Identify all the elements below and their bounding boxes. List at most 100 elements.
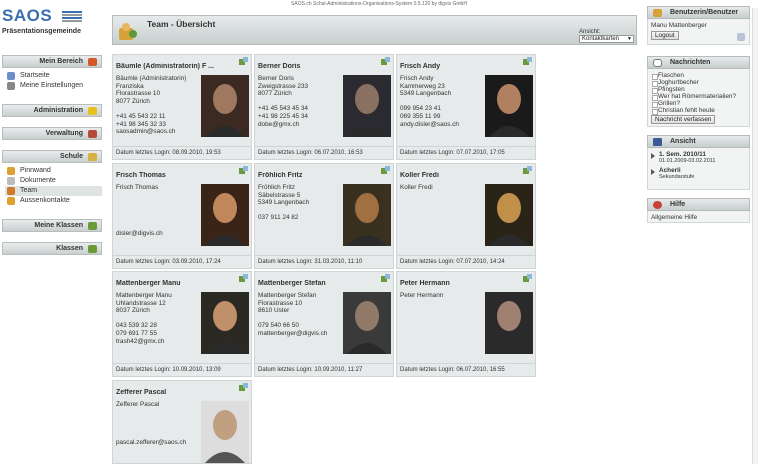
message-item[interactable]: Wer hat Römermaterialien? bbox=[651, 93, 746, 101]
contact-name[interactable]: Mattenberger Stefan bbox=[258, 280, 366, 287]
section-title: Schule bbox=[60, 153, 83, 160]
contact-card[interactable]: Zefferer Pascal Zefferer Pascal pascal.ze… bbox=[112, 380, 252, 464]
contact-name[interactable]: Koller Fredi bbox=[400, 172, 508, 179]
add-contact-icon[interactable] bbox=[523, 166, 532, 174]
card-divider bbox=[255, 255, 393, 256]
key-icon[interactable] bbox=[737, 33, 745, 41]
contact-name[interactable]: Frisch Thomas bbox=[116, 172, 224, 179]
contact-card[interactable]: Frisch Andy Frisch Andy Kammerweg 23 5349… bbox=[396, 54, 536, 160]
user-panel: Benutzerin/Benutzer Manu Mattenberger Lo… bbox=[647, 6, 750, 45]
add-contact-icon[interactable] bbox=[239, 383, 248, 391]
sidebar-item-aussenkontakte[interactable]: Aussenkontakte bbox=[5, 196, 102, 206]
add-contact-icon[interactable] bbox=[239, 166, 248, 174]
sidebar-section-meine-klassen[interactable]: Meine Klassen bbox=[2, 219, 102, 232]
general-help-link[interactable]: Allgemeine Hilfe bbox=[651, 214, 746, 221]
compose-message-button[interactable]: Nachricht verfassen bbox=[651, 115, 716, 124]
help-panel-header: Hilfe bbox=[647, 198, 750, 211]
portrait-image bbox=[205, 193, 245, 246]
sidebar-item-label: Startseite bbox=[20, 72, 50, 79]
sidebar-item-label: Aussenkontakte bbox=[20, 197, 70, 204]
portrait-image bbox=[205, 84, 245, 137]
last-login: Datum letztes Login: 07.07.2010, 17:05 bbox=[400, 150, 505, 156]
logo-text: SAOS bbox=[2, 6, 53, 25]
user-icon bbox=[653, 9, 662, 17]
vertical-scrollbar[interactable] bbox=[752, 8, 758, 464]
view-select[interactable]: Kontaktkarten ▼ bbox=[579, 35, 634, 43]
sidebar-section-mein-bereich[interactable]: Mein Bereich bbox=[2, 55, 102, 68]
contact-name[interactable]: Fröhlich Fritz bbox=[258, 172, 366, 179]
classes-icon bbox=[88, 245, 97, 253]
contact-name[interactable]: Zefferer Pascal bbox=[116, 389, 224, 396]
class-label: Acherli bbox=[659, 167, 681, 174]
card-divider bbox=[397, 255, 535, 256]
add-contact-icon[interactable] bbox=[381, 274, 390, 282]
last-login: Datum letztes Login: 31.03.2010, 11:10 bbox=[258, 259, 363, 265]
contact-photo bbox=[343, 184, 391, 246]
add-contact-icon[interactable] bbox=[381, 166, 390, 174]
expand-arrow-icon bbox=[651, 169, 655, 175]
card-divider bbox=[113, 255, 251, 256]
class-sub: Sekundarstufe bbox=[659, 174, 695, 180]
add-contact-icon[interactable] bbox=[239, 274, 248, 282]
sidebar-item-dokumente[interactable]: Dokumente bbox=[5, 176, 102, 186]
logo[interactable]: SAOS Präsentationsgemeinde bbox=[2, 6, 102, 46]
contact-name[interactable]: Mattenberger Manu bbox=[116, 280, 224, 287]
sidebar-section-verwaltung[interactable]: Verwaltung bbox=[2, 127, 102, 140]
contact-card[interactable]: Bäumle (Administratorin) F ... Bäumle (Ad… bbox=[112, 54, 252, 160]
sidebar-section-administration[interactable]: Administration bbox=[2, 104, 102, 117]
user-panel-title: Benutzerin/Benutzer bbox=[670, 9, 739, 16]
contact-card[interactable]: Peter Hermann Peter Hermann Datum letztes … bbox=[396, 271, 536, 377]
contact-details: Berner Doris Zweigstrasse 233 8077 Züric… bbox=[258, 75, 309, 128]
sidebar-section-klassen[interactable]: Klassen bbox=[2, 242, 102, 255]
add-contact-icon[interactable] bbox=[523, 274, 532, 282]
sidebar-item-meine-einstellungen[interactable]: Meine Einstellungen bbox=[5, 81, 102, 91]
logo-stripes bbox=[62, 11, 82, 23]
team-icon bbox=[7, 187, 15, 195]
team-icon bbox=[119, 23, 137, 40]
contact-card[interactable]: Koller Fredi Koller Fredi Datum letztes Lo… bbox=[396, 163, 536, 269]
contact-details: Frisch Andy Kammerweg 23 5349 Langenbach… bbox=[400, 75, 459, 128]
add-contact-icon[interactable] bbox=[239, 57, 248, 65]
home-icon bbox=[7, 72, 15, 80]
sidebar-section-schule[interactable]: Schule bbox=[2, 150, 102, 163]
message-item[interactable]: Grillen? bbox=[651, 100, 746, 108]
add-contact-icon[interactable] bbox=[523, 57, 532, 65]
card-divider bbox=[397, 363, 535, 364]
contact-card[interactable]: Mattenberger Manu Mattenberger Manu Uhlan… bbox=[112, 271, 252, 377]
contact-name[interactable]: Peter Hermann bbox=[400, 280, 508, 287]
expand-arrow-icon bbox=[651, 153, 655, 159]
add-contact-icon[interactable] bbox=[381, 57, 390, 65]
section-title: Administration bbox=[33, 107, 83, 114]
user-panel-header: Benutzerin/Benutzer bbox=[647, 6, 750, 19]
class-selector[interactable]: Acherli Sekundarstufe bbox=[651, 167, 746, 180]
contact-name[interactable]: Berner Doris bbox=[258, 63, 366, 70]
messages-panel: Nachrichten Flaschen Joghurtbecher Pfingst… bbox=[647, 56, 750, 127]
page-header: Team - Übersicht Ansicht: Kontaktkarten ▼ bbox=[112, 15, 637, 45]
last-login: Datum letztes Login: 03.09.2010, 17:24 bbox=[116, 259, 221, 265]
logout-button[interactable]: Logout bbox=[651, 31, 679, 40]
contact-details: Frisch Thomas disler@digvis.ch bbox=[116, 184, 163, 237]
contact-card[interactable]: Berner Doris Berner Doris Zweigstrasse 23… bbox=[254, 54, 394, 160]
message-item[interactable]: Flaschen bbox=[651, 72, 746, 80]
contact-name[interactable]: Bäumle (Administratorin) F ... bbox=[116, 63, 224, 70]
view-panel-title: Ansicht bbox=[670, 138, 696, 145]
contact-card[interactable]: Mattenberger Stefan Mattenberger Stefan F… bbox=[254, 271, 394, 377]
message-item[interactable]: Joghurtbecher bbox=[651, 79, 746, 87]
contact-card[interactable]: Frisch Thomas Frisch Thomas disler@digvis… bbox=[112, 163, 252, 269]
help-icon bbox=[653, 201, 662, 209]
sidebar-item-startseite[interactable]: Startseite bbox=[5, 71, 102, 81]
message-item[interactable]: Christian fehlt heute bbox=[651, 107, 746, 115]
sidebar: Mein Bereich Startseite Meine Einstellun… bbox=[2, 55, 102, 257]
message-item[interactable]: Pfingsten bbox=[651, 86, 746, 94]
section-title: Meine Klassen bbox=[34, 222, 83, 229]
sidebar-item-pinnwand[interactable]: Pinnwand bbox=[5, 166, 102, 176]
classes-icon bbox=[88, 222, 97, 230]
archive-icon bbox=[88, 130, 97, 138]
contact-card[interactable]: Fröhlich Fritz Fröhlich Fritz Säbelstrass… bbox=[254, 163, 394, 269]
sidebar-item-team[interactable]: Team bbox=[5, 186, 102, 196]
contact-photo bbox=[343, 75, 391, 137]
warning-icon bbox=[88, 107, 97, 115]
semester-selector[interactable]: 1. Sem. 2010/11 01.01.2009-03.02.2011 bbox=[651, 151, 746, 164]
contact-photo bbox=[201, 184, 249, 246]
contact-name[interactable]: Frisch Andy bbox=[400, 63, 508, 70]
